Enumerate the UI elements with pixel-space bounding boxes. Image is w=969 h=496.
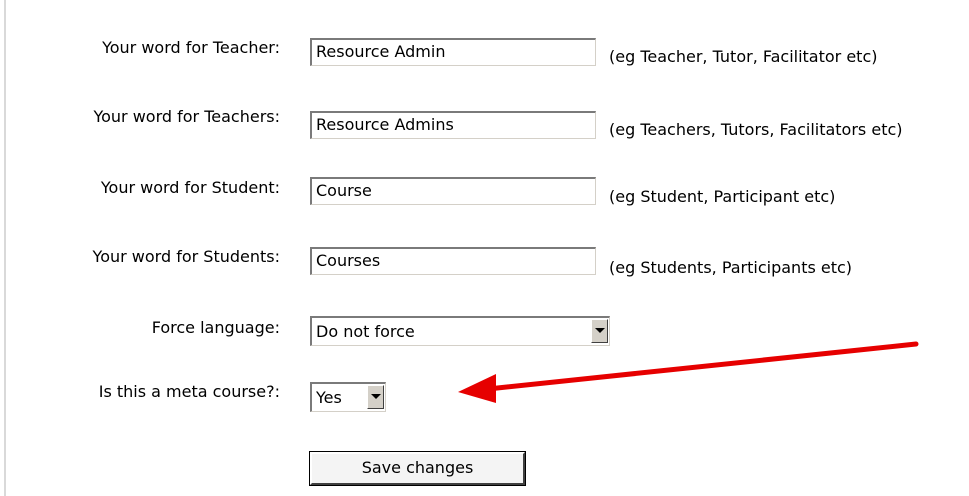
arrow-shaft	[485, 341, 919, 392]
red-arrow-icon	[458, 341, 919, 403]
arrow-head	[458, 374, 496, 403]
